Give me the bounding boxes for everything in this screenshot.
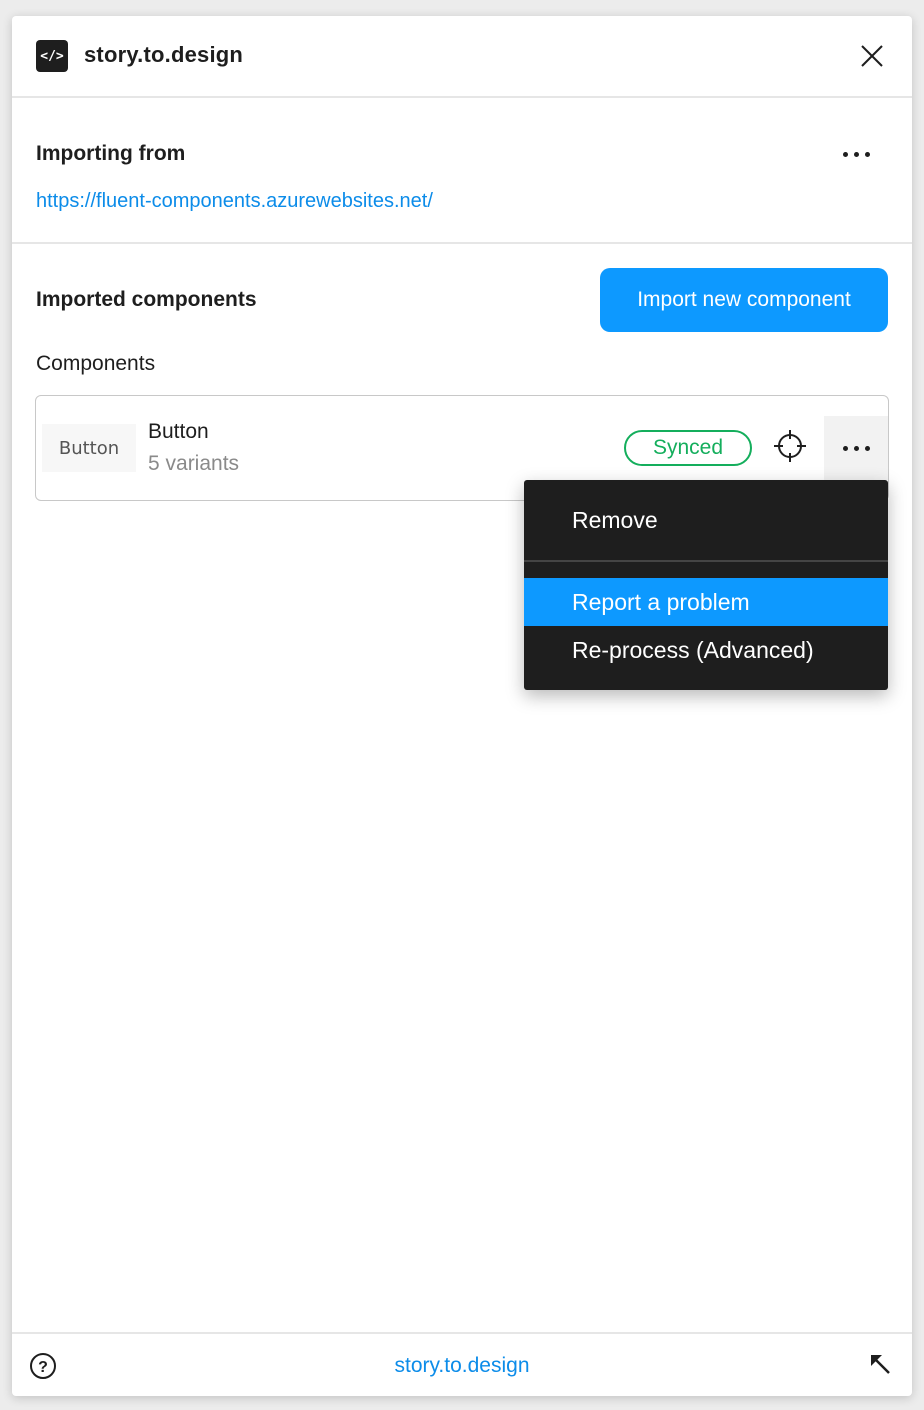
menu-item-report-problem[interactable]: Report a problem — [524, 578, 888, 626]
close-icon — [861, 45, 883, 67]
status-badge: Synced — [624, 430, 752, 466]
footer-site-link[interactable]: story.to.design — [394, 1354, 529, 1377]
component-more-button[interactable] — [824, 416, 888, 480]
import-new-component-button[interactable]: Import new component — [600, 268, 888, 332]
components-label: Components — [36, 352, 156, 375]
arrow-up-left-icon — [871, 1355, 890, 1374]
menu-divider — [524, 560, 888, 562]
close-button[interactable] — [858, 42, 886, 70]
import-source-section: Importing from https://fluent-components… — [12, 98, 912, 244]
component-variants: 5 variants — [148, 452, 240, 475]
importing-from-label: Importing from — [36, 142, 186, 165]
imported-components-title: Imported components — [36, 288, 257, 311]
locate-component-button[interactable] — [772, 426, 808, 466]
component-thumbnail: Button — [42, 424, 136, 472]
plugin-window: </> story.to.design Importing from https… — [12, 16, 912, 1396]
resize-button[interactable] — [868, 1352, 894, 1378]
header: </> story.to.design — [12, 16, 912, 98]
more-icon — [842, 151, 870, 157]
menu-item-remove[interactable]: Remove — [524, 496, 888, 544]
more-icon — [842, 445, 870, 451]
menu-item-reprocess[interactable]: Re-process (Advanced) — [524, 626, 888, 674]
context-menu: Remove Report a problem Re-process (Adva… — [524, 480, 888, 690]
crosshair-icon — [774, 430, 806, 462]
app-title: story.to.design — [84, 42, 244, 67]
source-url-link[interactable]: https://fluent-components.azurewebsites.… — [36, 190, 433, 213]
code-logo-icon: </> — [36, 40, 68, 72]
source-more-button[interactable] — [826, 124, 886, 184]
footer: ? story.to.design — [12, 1332, 912, 1398]
component-name: Button — [148, 420, 209, 443]
